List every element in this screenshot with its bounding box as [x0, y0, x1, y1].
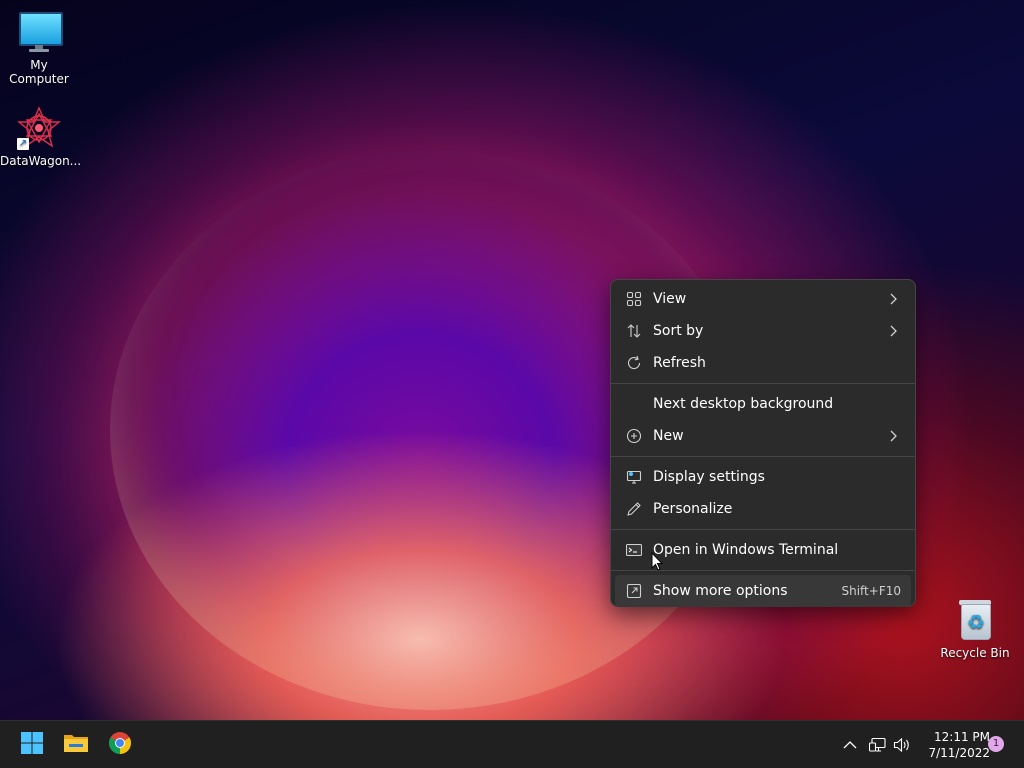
- recycle-bin-icon: ♻: [953, 598, 997, 642]
- chrome-icon: [108, 731, 132, 759]
- plus-circle-icon: [625, 427, 643, 445]
- keyboard-shortcut: Shift+F10: [841, 584, 901, 598]
- menu-item-label: Sort by: [653, 323, 704, 339]
- menu-item-refresh[interactable]: Refresh: [615, 347, 911, 379]
- file-explorer-button[interactable]: [60, 729, 92, 761]
- windows-logo-icon: [20, 731, 44, 759]
- notification-badge[interactable]: 1: [988, 736, 1004, 752]
- taskbar: 12:11 PM 7/11/2022: [0, 720, 1024, 768]
- menu-item-next-desktop-background[interactable]: Next desktop background: [615, 388, 911, 420]
- network-icon[interactable]: [868, 735, 888, 755]
- mouse-cursor-icon: [651, 551, 664, 576]
- menu-separator: [611, 456, 915, 457]
- chevron-right-icon: [887, 293, 899, 305]
- desktop-icon-label: DataWagon...: [0, 154, 82, 168]
- menu-item-label: Open in Windows Terminal: [653, 542, 839, 558]
- menu-separator: [611, 383, 915, 384]
- menu-item-label: Show more options: [653, 583, 788, 599]
- menu-item-label: Display settings: [653, 469, 765, 485]
- menu-item-label: Personalize: [653, 501, 733, 517]
- shortcut-arrow-icon: ↗: [17, 138, 29, 150]
- terminal-icon: [625, 541, 643, 559]
- volume-icon[interactable]: [892, 735, 912, 755]
- menu-item-personalize[interactable]: Personalize: [615, 493, 911, 525]
- sort-arrows-icon: [625, 322, 643, 340]
- grid-icon: [625, 290, 643, 308]
- menu-item-label: Next desktop background: [653, 396, 834, 412]
- desktop-icon-label: Recycle Bin: [940, 646, 1010, 660]
- desktop-icon-datawagon[interactable]: ↗ DataWagon...: [0, 106, 82, 168]
- menu-item-view[interactable]: View: [615, 283, 911, 315]
- menu-item-sort-by[interactable]: Sort by: [615, 315, 911, 347]
- chevron-right-icon: [887, 325, 899, 337]
- chevron-up-icon[interactable]: [840, 735, 860, 755]
- clock-date: 7/11/2022: [928, 746, 990, 760]
- folder-icon: [63, 732, 89, 758]
- menu-item-new[interactable]: New: [615, 420, 911, 452]
- clock-time: 12:11 PM: [934, 730, 990, 744]
- menu-item-show-more-options[interactable]: Show more options Shift+F10: [615, 575, 911, 607]
- refresh-icon: [625, 354, 643, 372]
- display-settings-icon: [625, 468, 643, 486]
- desktop[interactable]: My Computer ↗ DataWagon... ♻ Recycle Bin: [0, 0, 1024, 768]
- menu-item-display-settings[interactable]: Display settings: [615, 461, 911, 493]
- menu-separator: [611, 529, 915, 530]
- chevron-right-icon: [887, 430, 899, 442]
- taskbar-clock[interactable]: 12:11 PM 7/11/2022: [918, 729, 990, 761]
- start-button[interactable]: [16, 729, 48, 761]
- desktop-icon-recycle-bin[interactable]: ♻ Recycle Bin: [936, 598, 1014, 660]
- menu-item-label: Refresh: [653, 355, 706, 371]
- menu-item-label: New: [653, 428, 684, 444]
- desktop-icon-label: My Computer: [9, 58, 69, 86]
- monitor-icon: [17, 10, 63, 54]
- pen-icon: [625, 500, 643, 518]
- desktop-icon-my-computer[interactable]: My Computer: [0, 10, 78, 86]
- menu-item-label: View: [653, 291, 687, 307]
- datawagon-logo-icon: ↗: [17, 106, 61, 150]
- chrome-button[interactable]: [104, 729, 136, 761]
- expand-icon: [625, 582, 643, 600]
